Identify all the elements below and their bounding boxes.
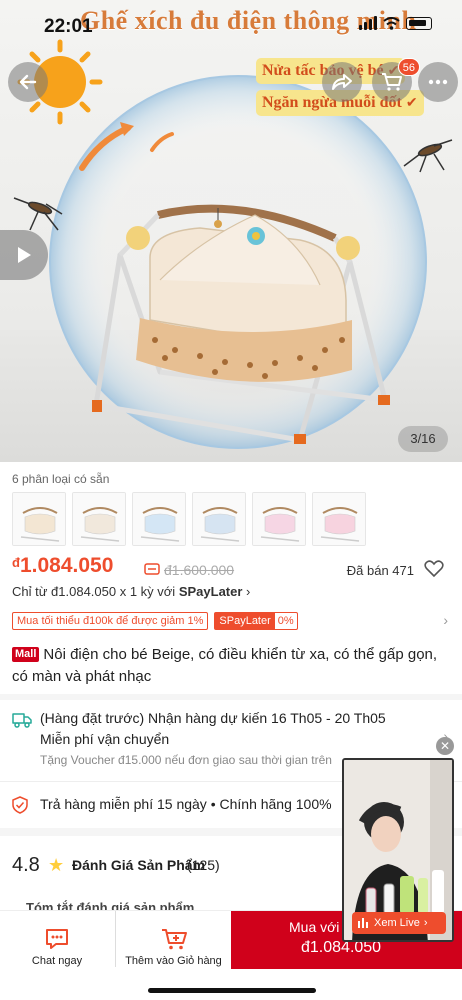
promo-chips[interactable]: Mua tối thiểu đ100k để được giảm 1% SPay… bbox=[12, 612, 298, 630]
variant-thumbnails bbox=[12, 492, 366, 546]
current-price: đ1.084.050 bbox=[12, 554, 113, 578]
rating-score: 4.8 bbox=[12, 854, 40, 876]
min-order-chip: Mua tối thiểu đ100k để được giảm 1% bbox=[12, 612, 209, 630]
share-icon bbox=[332, 74, 352, 90]
add-to-cart-button[interactable]: Thêm vào Giỏ hàng bbox=[115, 911, 231, 967]
add-cart-label: Thêm vào Giỏ hàng bbox=[125, 955, 222, 967]
mall-badge: Mall bbox=[12, 647, 40, 662]
wifi-icon bbox=[383, 16, 400, 30]
currency-symbol: đ bbox=[12, 555, 20, 570]
status-icons bbox=[359, 16, 432, 30]
variant-thumb[interactable] bbox=[72, 492, 126, 546]
variant-count-label: 6 phân loại có sẵn bbox=[12, 472, 110, 486]
chevron-right-icon: › bbox=[423, 917, 428, 929]
late-delivery-voucher: Tặng Voucher đ15.000 nếu đơn giao sau th… bbox=[40, 753, 332, 767]
battery-icon bbox=[406, 16, 432, 30]
chat-button[interactable]: Chat ngay bbox=[0, 911, 114, 967]
truck-icon bbox=[12, 713, 32, 728]
spaylater-rate: 0% bbox=[277, 615, 294, 627]
chevron-right-icon: › bbox=[246, 584, 251, 599]
product-title: Mall Nôi điện cho bé Beige, có điều khiển… bbox=[12, 644, 448, 688]
variant-thumb[interactable] bbox=[132, 492, 186, 546]
variant-thumb[interactable] bbox=[252, 492, 306, 546]
more-dots-icon bbox=[428, 79, 448, 85]
free-shipping: Miễn phí vận chuyển bbox=[40, 731, 170, 747]
delivery-estimate: (Hàng đặt trước) Nhận hàng dự kiến 16 Th… bbox=[40, 710, 386, 726]
product-image-carousel[interactable]: 22:01 Ghế xích đu điện thông minh Nửa tấ… bbox=[0, 0, 462, 462]
chevron-right-icon[interactable]: › bbox=[443, 612, 448, 628]
variant-thumb[interactable] bbox=[12, 492, 66, 546]
signal-icon bbox=[359, 16, 377, 30]
installment-provider: SPayLater bbox=[178, 584, 243, 599]
cart-count-badge: 56 bbox=[397, 58, 420, 76]
shield-check-icon bbox=[12, 796, 28, 814]
rating-title: Đánh Giá Sản Phẩm bbox=[72, 857, 206, 873]
share-button[interactable] bbox=[322, 62, 362, 102]
status-time: 22:01 bbox=[44, 16, 93, 37]
play-video-button[interactable] bbox=[0, 230, 48, 280]
watch-live-button[interactable]: Xem Live › bbox=[352, 912, 446, 934]
close-live-button[interactable]: ✕ bbox=[436, 737, 454, 755]
return-policy-text: Trả hàng miễn phí 15 ngày • Chính hãng 1… bbox=[40, 796, 332, 812]
installment-icon bbox=[144, 563, 160, 575]
check-icon: ✔ bbox=[405, 96, 418, 111]
arrow-left-icon bbox=[19, 74, 37, 90]
play-icon bbox=[18, 247, 31, 263]
more-menu-button[interactable] bbox=[418, 62, 458, 102]
heart-icon[interactable] bbox=[424, 560, 444, 578]
rating-count: (125) bbox=[187, 857, 220, 873]
live-stream-preview[interactable]: Xem Live › bbox=[342, 758, 454, 942]
installment-info[interactable]: Chỉ từ đ1.084.050 x 1 kỳ với SPayLater › bbox=[12, 584, 250, 599]
cart-icon bbox=[382, 73, 402, 91]
variant-thumb[interactable] bbox=[192, 492, 246, 546]
installment-prefix: Chỉ từ đ1.084.050 x 1 kỳ với bbox=[12, 584, 176, 599]
variant-thumb[interactable] bbox=[312, 492, 366, 546]
spaylater-label: SPayLater bbox=[215, 613, 275, 629]
chat-icon bbox=[46, 929, 68, 949]
chat-label: Chat ngay bbox=[31, 955, 83, 967]
cart-button[interactable]: 56 bbox=[372, 58, 420, 102]
spaylater-chip: SPayLater 0% bbox=[214, 612, 298, 630]
current-price-value: 1.084.050 bbox=[19, 554, 114, 577]
add-cart-icon bbox=[161, 929, 187, 950]
watch-live-label: Xem Live bbox=[374, 917, 420, 929]
price-row: đ1.084.050 đ1.600.000 Đã bán 471 bbox=[12, 554, 452, 584]
original-price: đ1.600.000 bbox=[164, 562, 235, 578]
buy-label: Mua với bbox=[289, 919, 340, 935]
product-title-text: Nôi điện cho bé Beige, có điều khiển từ … bbox=[12, 646, 438, 685]
live-bars-icon bbox=[358, 918, 368, 928]
star-icon: ★ bbox=[48, 855, 65, 875]
image-counter: 3/16 bbox=[398, 426, 448, 452]
status-bar: 22:01 bbox=[0, 0, 462, 42]
home-indicator bbox=[148, 988, 316, 993]
sold-count: Đã bán 471 bbox=[346, 563, 414, 578]
back-button[interactable] bbox=[8, 62, 48, 102]
